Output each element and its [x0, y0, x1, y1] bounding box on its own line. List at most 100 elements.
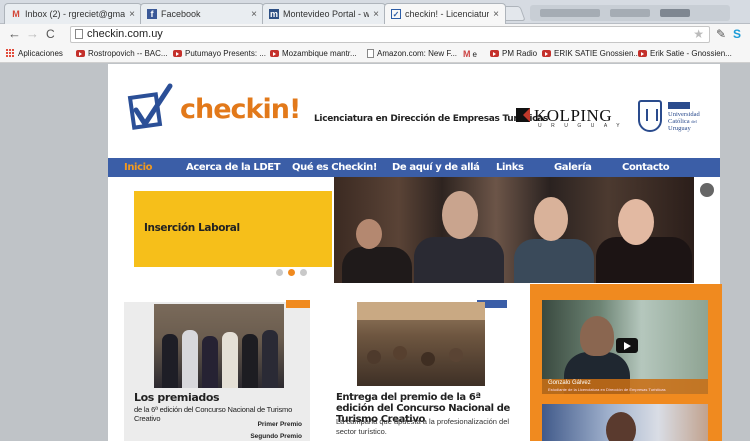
video-sidebar: Gonzalo Gálvez Estudiante de la Licencia…: [530, 284, 722, 441]
checkbox-check-icon: [127, 83, 173, 130]
bookmark-label: ERIK SATIE Gnossien...: [554, 49, 641, 58]
close-icon[interactable]: ×: [129, 9, 135, 20]
reload-icon[interactable]: C: [46, 27, 55, 41]
bookmark-pm-radio[interactable]: PM Radio: [490, 49, 537, 58]
bookmark-label: Amazon.com: New F...: [377, 49, 458, 58]
ucu-bar: [668, 102, 690, 109]
montevideo-portal-icon: m: [269, 9, 279, 19]
nav-inicio[interactable]: Inicio: [124, 162, 152, 173]
university-shield-icon: [638, 100, 662, 132]
nav-que-es-checkin[interactable]: Qué es Checkin!: [292, 162, 377, 173]
tab-label: Inbox (2) - rgreciet@gma: [25, 9, 126, 19]
url-text: checkin.com.uy: [87, 28, 163, 40]
gmail-icon: M: [463, 49, 471, 59]
browser-tab-strip: M Inbox (2) - rgreciet@gma × f Facebook …: [0, 0, 750, 24]
ucu-logo[interactable]: Universidad Católica del Uruguay: [636, 98, 714, 138]
nav-acerca[interactable]: Acerca de la LDET: [186, 162, 281, 173]
ucu-line: Universidad: [668, 111, 700, 118]
nav-contacto[interactable]: Contacto: [622, 162, 670, 173]
tab-gmail[interactable]: M Inbox (2) - rgreciet@gma ×: [4, 3, 142, 24]
page-icon: [75, 29, 83, 39]
bookmarks-bar: Aplicaciones Rostropovich -- BAC... Putu…: [0, 45, 750, 63]
card-accent: [286, 300, 310, 308]
bookmark-label: PM Radio: [502, 49, 538, 58]
ucu-line: Uruguay: [668, 125, 691, 132]
slider-dots: [276, 269, 307, 276]
bookmark-label: Putumayo Presents: ...: [185, 49, 266, 58]
logo-text: checkin!: [180, 94, 301, 125]
entrega-photo[interactable]: [357, 302, 485, 386]
bookmark-mozambique[interactable]: Mozambique mantr...: [270, 49, 357, 58]
bookmark-erik-satie-1[interactable]: ERIK SATIE Gnossien...: [542, 49, 640, 58]
video-thumbnail-gonzalo[interactable]: Gonzalo Gálvez Estudiante de la Licencia…: [542, 300, 708, 394]
slider-dot-3[interactable]: [300, 269, 307, 276]
slider-pause-icon[interactable]: [697, 180, 717, 200]
checkin-website: checkin! Licenciatura en Dirección de Em…: [108, 64, 722, 441]
page-icon: [367, 49, 374, 58]
eyedropper-icon[interactable]: ✎: [716, 27, 726, 41]
slider-dot-1[interactable]: [276, 269, 283, 276]
tab-label: checkin! - Licenciatura en: [405, 9, 489, 19]
tab-label: Montevideo Portal - www.: [283, 9, 369, 19]
video-person-name: Gonzalo Gálvez: [548, 380, 591, 386]
bookmark-gmail[interactable]: M e: [463, 49, 477, 59]
news-card-entrega[interactable]: Entrega del premio de la 6ª edición del …: [330, 300, 510, 441]
bookmark-label: e: [472, 49, 477, 59]
checkin-logo[interactable]: checkin!: [126, 82, 301, 142]
omnibar: ← → C checkin.com.uy ★ ✎ S: [0, 24, 750, 45]
nav-links[interactable]: Links: [496, 162, 524, 173]
nav-galeria[interactable]: Galería: [554, 162, 592, 173]
tab-label: Facebook: [161, 9, 201, 19]
kolping-sub: URUGUAY: [538, 123, 630, 129]
video-thumbnail-2[interactable]: [542, 404, 708, 441]
bookmark-putumayo[interactable]: Putumayo Presents: ...: [173, 49, 266, 58]
skype-icon[interactable]: S: [733, 27, 741, 41]
bookmark-star-icon[interactable]: ★: [693, 27, 704, 42]
youtube-icon: [542, 50, 551, 57]
checkin-icon: ✓: [391, 9, 401, 19]
bookmark-label: Aplicaciones: [18, 49, 63, 58]
youtube-icon: [76, 50, 85, 57]
main-nav: Inicio Acerca de la LDET Qué es Checkin!…: [108, 158, 720, 177]
second-prize-link[interactable]: Segundo Premio: [250, 433, 302, 440]
card-description: La campaña que apuesta a la profesionali…: [336, 417, 510, 436]
bookmark-apps[interactable]: Aplicaciones: [6, 49, 63, 58]
header-title: Licenciatura en Dirección de Empresas Tu…: [314, 114, 549, 124]
ucu-text: Universidad Católica del Uruguay: [668, 111, 714, 132]
slide-caption-panel[interactable]: Inserción Laboral: [134, 191, 332, 267]
gmail-icon: M: [12, 9, 20, 19]
play-icon[interactable]: [616, 338, 638, 353]
tab-facebook[interactable]: f Facebook ×: [140, 3, 264, 24]
address-bar[interactable]: checkin.com.uy ★: [70, 26, 710, 43]
slide-title: Inserción Laboral: [144, 222, 240, 234]
tab-checkin[interactable]: ✓ checkin! - Licenciatura en ×: [384, 3, 506, 24]
ucu-line: del: [691, 119, 697, 124]
bookmark-amazon[interactable]: Amazon.com: New F...: [367, 49, 457, 58]
back-icon[interactable]: ←: [8, 27, 21, 41]
video-caption: Gonzalo Gálvez Estudiante de la Licencia…: [542, 379, 708, 394]
kolping-mark-icon: [516, 108, 530, 122]
slider-dot-2[interactable]: [288, 269, 295, 276]
nav-de-aqui-y-de-alla[interactable]: De aquí y de allá: [392, 162, 480, 173]
youtube-icon: [638, 50, 647, 57]
card-title[interactable]: Los premiados: [134, 391, 220, 404]
premiados-photo[interactable]: [154, 304, 284, 388]
bookmark-rostropovich[interactable]: Rostropovich -- BAC...: [76, 49, 168, 58]
kolping-logo[interactable]: KOLPING URUGUAY: [516, 106, 626, 130]
close-icon[interactable]: ×: [493, 9, 499, 20]
facebook-icon: f: [147, 9, 157, 19]
news-card-premiados[interactable]: Los premiados de la 6ª edición del Concu…: [124, 300, 310, 441]
apps-icon: [6, 49, 15, 58]
bookmark-label: Mozambique mantr...: [282, 49, 357, 58]
forward-icon[interactable]: →: [26, 27, 39, 41]
bookmark-erik-satie-2[interactable]: Erik Satie - Gnossien...: [638, 49, 732, 58]
first-prize-link[interactable]: Primer Premio: [258, 421, 302, 428]
close-icon[interactable]: ×: [251, 9, 257, 20]
hero-slider: Inserción Laboral: [108, 177, 720, 287]
slide-photo[interactable]: [334, 177, 694, 283]
tab-montevideo-portal[interactable]: m Montevideo Portal - www. ×: [262, 3, 386, 24]
youtube-icon: [490, 50, 499, 57]
close-icon[interactable]: ×: [373, 9, 379, 20]
video-person-role: Estudiante de la Licenciatura en Direcci…: [548, 387, 666, 392]
bookmark-label: Erik Satie - Gnossien...: [650, 49, 732, 58]
